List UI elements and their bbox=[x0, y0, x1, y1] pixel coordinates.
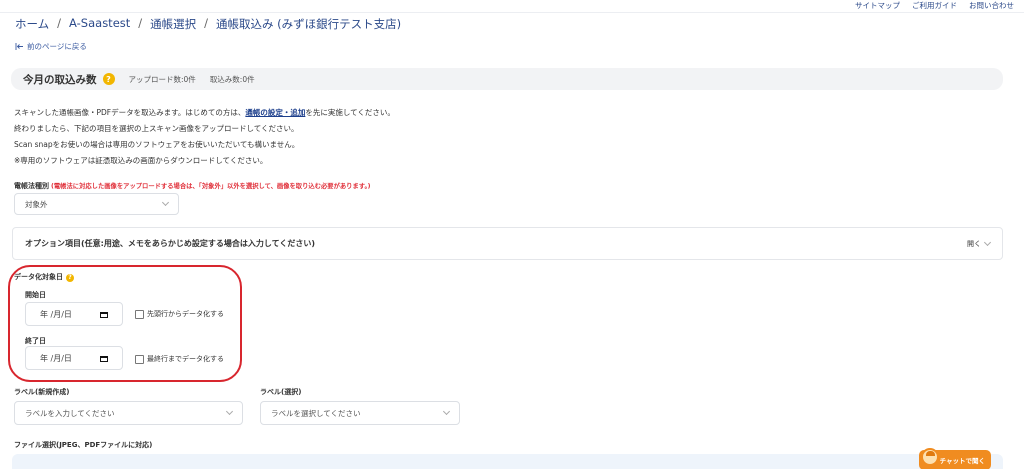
chevron-down-icon bbox=[442, 407, 451, 416]
checkbox-box[interactable] bbox=[135, 309, 144, 319]
label-select-dropdown[interactable]: ラベルを選択してください bbox=[260, 401, 460, 425]
breadcrumb-current: 通帳取込み (みずほ銀行テスト支店) bbox=[216, 17, 402, 31]
chat-avatar-icon bbox=[921, 448, 939, 466]
contact-link[interactable]: お問い合わせ bbox=[969, 0, 1014, 12]
back-link[interactable]: 前のページに戻る bbox=[15, 41, 87, 52]
description-line: ※専用のソフトウェアは証憑取込みの画面からダウンロードしてください。 bbox=[14, 156, 268, 165]
chat-button-label: チャットで聞く bbox=[939, 457, 985, 465]
description-line: 終わりましたら、下記の項目を選択の上スキャン画像をアップロードしてください。 bbox=[14, 124, 299, 133]
option-toggle[interactable]: 開く bbox=[967, 238, 992, 249]
denchoho-warning: (電帳法に対応した画像をアップロードする場合は、「対象外」以外を選択して、画像を… bbox=[51, 183, 371, 190]
chevron-down-icon bbox=[161, 198, 170, 207]
upload-count: アップロード数:0件 bbox=[128, 74, 196, 84]
end-date-input[interactable]: 年 /月/日 bbox=[25, 346, 123, 370]
option-items-title: オプション項目(任意:用途、メモをあらかじめ設定する場合は入力してください) bbox=[25, 239, 316, 248]
sitemap-link[interactable]: サイトマップ bbox=[855, 0, 900, 12]
label-select-label: ラベル(選択) bbox=[260, 388, 302, 396]
calendar-icon[interactable] bbox=[100, 356, 108, 362]
guide-link[interactable]: ご利用ガイド bbox=[912, 0, 957, 12]
header-divider bbox=[0, 12, 1024, 13]
start-date-input[interactable]: 年 /月/日 bbox=[25, 302, 123, 326]
denchoho-selected-value: 対象外 bbox=[25, 199, 48, 209]
passbook-settings-link[interactable]: 通帳の設定・追加 bbox=[245, 108, 305, 117]
file-drop-area[interactable] bbox=[12, 454, 1003, 469]
first-row-checkbox[interactable]: 先頭行からデータ化する bbox=[135, 309, 224, 319]
file-select-label: ファイル選択(JPEG、PDFファイルに対応) bbox=[14, 441, 153, 449]
import-count: 取込み数:0件 bbox=[209, 74, 255, 84]
summary-title: 今月の取込み数 bbox=[23, 73, 97, 86]
denchoho-type-label: 電帳法種別 (電帳法に対応した画像をアップロードする場合は、「対象外」以外を選択し… bbox=[14, 182, 371, 190]
description-line: スキャンした通帳画像・PDFデータを取込みます。はじめての方は、通帳の設定・追加… bbox=[14, 108, 395, 117]
last-row-checkbox[interactable]: 最終行までデータ化する bbox=[135, 354, 224, 364]
breadcrumb-separator: / bbox=[57, 16, 62, 30]
help-icon[interactable]: ? bbox=[66, 273, 74, 282]
breadcrumb: ホーム / A-Saastest / 通帳選択 / 通帳取込み (みずほ銀行テス… bbox=[15, 16, 401, 32]
start-date-label: 開始日 bbox=[25, 291, 46, 299]
back-arrow-icon bbox=[15, 43, 23, 50]
option-items-panel[interactable]: オプション項目(任意:用途、メモをあらかじめ設定する場合は入力してください) 開… bbox=[12, 227, 1003, 260]
chevron-down-icon bbox=[225, 407, 234, 416]
denchoho-type-select[interactable]: 対象外 bbox=[14, 193, 179, 215]
monthly-import-summary: 今月の取込み数 ? アップロード数:0件 取込み数:0件 bbox=[11, 68, 1003, 90]
checkbox-box[interactable] bbox=[135, 354, 144, 364]
breadcrumb-separator: / bbox=[204, 16, 209, 30]
description-line: Scan snapをお使いの場合は専用のソフトウェアをお使いいただいても構いませ… bbox=[14, 140, 300, 149]
breadcrumb-separator: / bbox=[138, 16, 143, 30]
description: スキャンした通帳画像・PDFデータを取込みます。はじめての方は、通帳の設定・追加… bbox=[14, 105, 395, 169]
end-date-label: 終了日 bbox=[25, 337, 46, 345]
label-new-label: ラベル(新規作成) bbox=[14, 388, 70, 396]
chevron-down-icon bbox=[983, 238, 992, 246]
chat-button[interactable]: チャットで聞く bbox=[919, 448, 991, 469]
breadcrumb-home[interactable]: ホーム bbox=[15, 16, 49, 32]
data-target-date-label: データ化対象日? bbox=[14, 272, 74, 282]
breadcrumb-passbook-select[interactable]: 通帳選択 bbox=[150, 16, 196, 32]
calendar-icon[interactable] bbox=[100, 312, 108, 318]
help-icon[interactable]: ? bbox=[102, 73, 115, 85]
label-new-input[interactable]: ラベルを入力してください bbox=[14, 401, 243, 425]
top-nav: サイトマップ ご利用ガイド お問い合わせ bbox=[855, 0, 1014, 12]
breadcrumb-tenant[interactable]: A-Saastest bbox=[69, 16, 130, 32]
back-link-label: 前のページに戻る bbox=[27, 42, 87, 51]
